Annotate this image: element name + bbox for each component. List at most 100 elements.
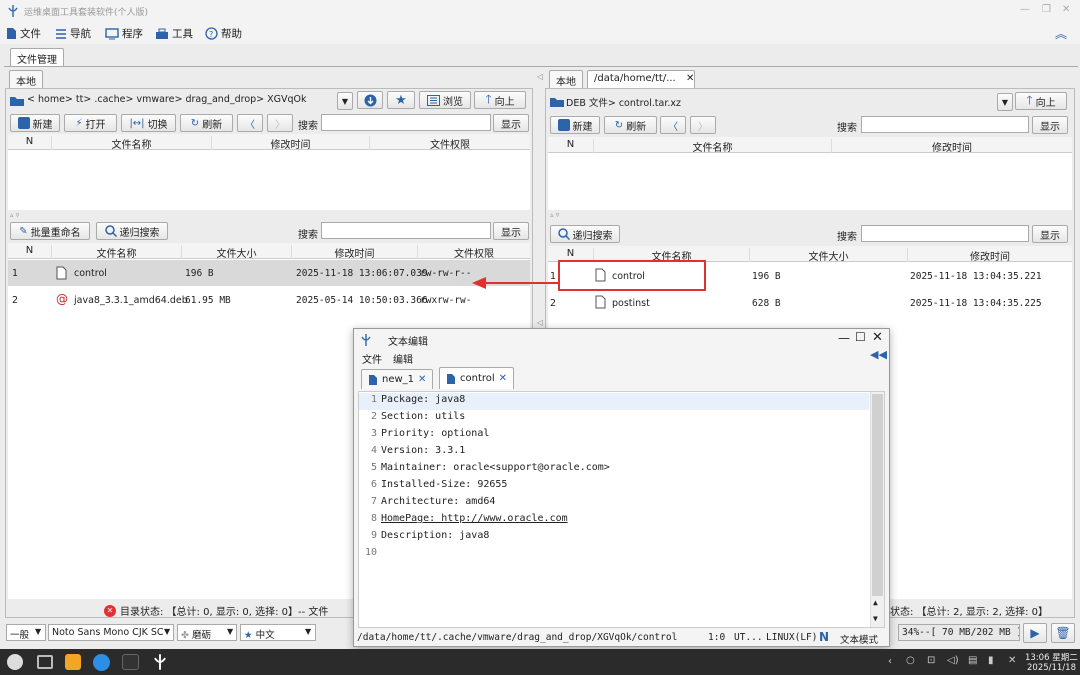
right-show2-button[interactable]: 显示 xyxy=(1032,225,1068,243)
tab-right-local[interactable]: 本地 xyxy=(549,70,583,88)
left-recursive-search-button[interactable]: 递归搜索 xyxy=(96,222,168,240)
left-search-input[interactable] xyxy=(321,114,491,131)
col-mtime[interactable]: 修改时间 xyxy=(832,139,1072,154)
left-browse-button[interactable]: 浏览 xyxy=(419,91,471,109)
right-up-button[interactable]: 🡑 向上 xyxy=(1015,92,1067,110)
tab-right-path[interactable]: /data/home/tt/... xyxy=(587,70,695,88)
left-download-button[interactable] xyxy=(357,91,383,109)
trash-button[interactable]: 🗑 xyxy=(1051,623,1075,643)
col-mtime[interactable]: 修改时间 xyxy=(908,248,1072,263)
left-path-breadcrumb[interactable]: < home> tt> .cache> vmware> drag_and_dro… xyxy=(24,92,337,109)
right-refresh-button[interactable]: ↻ 刷新 xyxy=(604,116,657,134)
right-path-breadcrumb[interactable]: DEB 文件> control.tar.xz xyxy=(563,93,997,110)
right-search-input[interactable] xyxy=(861,116,1029,133)
scroll-up-icon[interactable]: ▲ xyxy=(873,598,878,607)
clock-date[interactable]: 2025/11/18 xyxy=(1027,663,1076,673)
splitter-left2-icon[interactable]: ◁ xyxy=(537,318,543,327)
settings-icon[interactable]: ✕ xyxy=(1008,655,1016,666)
right-show-button[interactable]: 显示 xyxy=(1032,116,1068,134)
right-top-grid-body[interactable] xyxy=(548,153,1072,210)
col-name[interactable]: 文件名称 xyxy=(52,245,182,260)
minimize-icon[interactable]: — xyxy=(838,331,850,345)
editor-eol[interactable]: LINUX(LF) xyxy=(766,632,817,643)
scrollbar-thumb[interactable] xyxy=(872,394,883,596)
tray-chevron-icon[interactable]: ‹ xyxy=(888,656,892,667)
col-perm[interactable]: 文件权限 xyxy=(418,245,530,260)
close-icon[interactable]: ✕ xyxy=(872,330,883,345)
chevron-down-icon[interactable]: ▼ xyxy=(227,627,233,636)
tab-close-icon[interactable]: ✕ xyxy=(499,373,507,384)
run-button[interactable]: ▶ xyxy=(1023,623,1047,643)
table-row[interactable]: 1 control 196 B 2025-11-18 13:06:07.039 … xyxy=(8,260,530,286)
right-forward-button[interactable]: 〉 xyxy=(690,116,716,134)
minimize-icon[interactable]: — xyxy=(1020,4,1030,15)
left-search2-input[interactable] xyxy=(321,222,491,239)
right-search2-input[interactable] xyxy=(861,225,1029,242)
table-row[interactable]: 2 postinst 628 B 2025-11-18 13:04:35.225 xyxy=(548,290,1072,316)
left-refresh-button[interactable]: ↻ 刷新 xyxy=(180,114,233,132)
notification-icon[interactable]: ⊡ xyxy=(927,655,935,666)
left-open-button[interactable]: ⚡ 打开 xyxy=(64,114,117,132)
search-icon[interactable]: ○ xyxy=(906,655,915,666)
right-path-dropdown[interactable]: ▼ xyxy=(997,93,1013,111)
network-icon[interactable]: ▮ xyxy=(988,655,994,666)
editor-tab-new1[interactable]: new_1 ✕ xyxy=(361,369,434,389)
menu-nav[interactable]: 导航 xyxy=(55,26,91,41)
splitter-left-icon[interactable]: ◁ xyxy=(537,72,543,81)
editor-menu-file[interactable]: 文件 xyxy=(362,351,382,366)
chevron-down-icon[interactable]: ▼ xyxy=(35,627,41,636)
table-row[interactable]: 2 @ java8_3.3.1_amd64.deb 61.95 MB 2025-… xyxy=(8,287,530,313)
multitask-icon[interactable] xyxy=(37,655,53,669)
col-size[interactable]: 文件大小 xyxy=(750,248,908,263)
col-size[interactable]: 文件大小 xyxy=(182,245,292,260)
tab-close-icon[interactable]: ✕ xyxy=(686,73,694,84)
left-path-dropdown[interactable]: ▼ xyxy=(337,92,353,110)
right-back-button[interactable]: 〈 xyxy=(660,116,686,134)
clock-time[interactable]: 13:06 星期二 xyxy=(1025,651,1078,663)
col-mtime[interactable]: 修改时间 xyxy=(212,136,370,151)
maximize-icon[interactable]: ❐ xyxy=(1042,4,1051,15)
right-recursive-search-button[interactable]: 递归搜索 xyxy=(550,225,620,243)
tab-close-icon[interactable]: ✕ xyxy=(418,374,426,385)
left-back-button[interactable]: 〈 xyxy=(237,114,263,132)
browser-icon[interactable] xyxy=(93,654,110,671)
col-perm[interactable]: 文件权限 xyxy=(370,136,530,151)
left-forward-button[interactable]: 〉 xyxy=(267,114,293,132)
editor-mode[interactable]: 文本模式 xyxy=(840,632,878,646)
tab-left-local[interactable]: 本地 xyxy=(9,70,43,88)
scroll-down-icon[interactable]: ▼ xyxy=(873,614,878,623)
maximize-icon[interactable]: ☐ xyxy=(855,330,866,344)
menu-tools[interactable]: 工具 xyxy=(155,26,193,41)
splitter-handle-icon[interactable]: ▵ ▿ xyxy=(550,211,559,219)
file-manager-icon[interactable] xyxy=(65,654,81,670)
left-bookmark-button[interactable]: ★ xyxy=(387,91,415,109)
menu-help[interactable]: ? 帮助 xyxy=(205,26,242,41)
chevron-down-icon[interactable]: ▼ xyxy=(164,627,170,636)
terminal-icon[interactable] xyxy=(122,654,139,670)
editor-menu-edit[interactable]: 编辑 xyxy=(393,351,413,366)
splitter-handle-icon[interactable]: ▵ ▿ xyxy=(10,211,19,219)
left-up-button[interactable]: 🡑 向上 xyxy=(474,91,526,109)
keyboard-icon[interactable]: ▤ xyxy=(968,655,977,666)
left-top-grid-body[interactable] xyxy=(8,150,530,210)
editor-encoding[interactable]: UT... xyxy=(734,632,763,643)
col-n[interactable]: N xyxy=(8,245,52,259)
col-name[interactable]: 文件名称 xyxy=(52,136,212,151)
chevron-down-icon[interactable]: ▼ xyxy=(305,627,311,636)
col-name[interactable]: 文件名称 xyxy=(594,139,832,154)
editor-text-area[interactable]: 1 Package: java8 2 Section: utils 3 Priorit… xyxy=(358,391,885,628)
close-icon[interactable]: ✕ xyxy=(1062,4,1070,15)
volume-icon[interactable]: ◁) xyxy=(947,655,959,666)
collapse-icon[interactable]: ︽ xyxy=(1055,25,1067,42)
editor-tab-control[interactable]: control ✕ xyxy=(439,367,515,389)
editor-scrollbar[interactable]: ▲ ▼ xyxy=(870,392,884,627)
left-show2-button[interactable]: 显示 xyxy=(493,222,529,240)
left-new-button[interactable]: 新建 xyxy=(10,114,60,132)
left-show-button[interactable]: 显示 xyxy=(493,114,529,132)
left-batch-rename-button[interactable]: ✎ 批量重命名 xyxy=(10,222,90,240)
font-select[interactable]: Noto Sans Mono CJK SC xyxy=(48,624,174,641)
collapse-left-icon[interactable]: ◀◀ xyxy=(870,348,887,361)
app-logo-icon[interactable] xyxy=(151,653,169,671)
col-n[interactable]: N xyxy=(8,136,52,150)
tab-file-manager[interactable]: 文件管理 xyxy=(10,48,64,66)
